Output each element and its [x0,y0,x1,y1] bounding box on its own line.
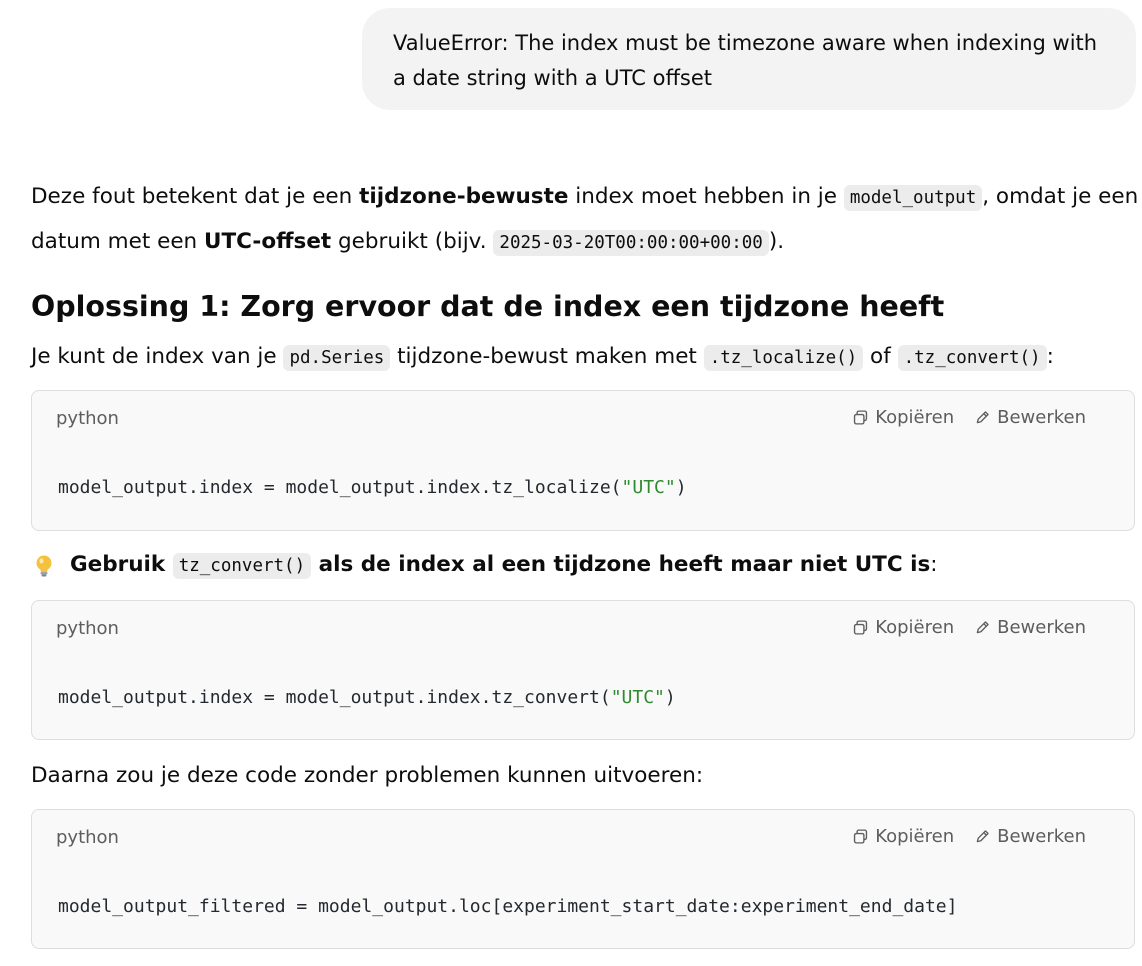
code-language-label: python [56,827,119,848]
copy-button[interactable]: Kopiëren [852,617,954,638]
bold-text: als de index al een tijdzone heeft maar … [311,552,931,577]
text-span: Je kunt de index van je [31,344,284,369]
pencil-icon [976,830,989,843]
inline-code: 2025-03-20T00:00:00+00:00 [493,230,769,256]
pencil-icon [976,621,989,634]
text-span: tijdzone-bewust maken met [390,344,704,369]
code-string: "UTC" [621,477,676,498]
code-text: model_output.index = model_output.index.… [58,687,611,708]
code-text: model_output_filtered = model_output.loc… [58,896,958,917]
inline-code: .tz_localize() [703,345,864,371]
text-span: : [930,552,938,577]
code-text: ) [664,687,676,708]
text-span: ). [768,229,785,254]
lightbulb-icon [36,555,52,576]
text-span: Deze fout betekent dat je een [31,184,360,209]
tip-text: Gebruik tz_convert() als de index al een… [70,543,938,588]
user-message-bubble: ValueError: The index must be timezone a… [362,8,1136,110]
code-content: model_output.index = model_output.index.… [58,687,676,708]
code-content: model_output.index = model_output.index.… [58,477,687,498]
code-block: python Kopiëren Bewerken model_output.in… [31,390,1135,531]
copy-icon [854,829,868,844]
solution-heading: Oplossing 1: Zorg ervoor dat de index ee… [31,290,945,323]
edit-label: Bewerken [997,407,1086,428]
code-content: model_output_filtered = model_output.loc… [58,896,957,917]
bold-text: UTC-offset [204,229,332,254]
answer-paragraph-3: Daarna zou je deze code zonder problemen… [31,763,704,788]
copy-label: Kopiëren [875,407,955,428]
chat-page: ValueError: The index must be timezone a… [0,0,1142,966]
text-span: of [863,344,898,369]
text-span: : [1046,344,1054,369]
edit-button[interactable]: Bewerken [974,826,1086,847]
edit-button[interactable]: Bewerken [974,617,1086,638]
text-span: index moet hebben in je [568,184,844,209]
inline-code: pd.Series [283,345,391,371]
code-text: ) [675,477,687,498]
code-language-label: python [56,618,119,639]
code-block: python Kopiëren Bewerken model_output_fi… [31,809,1135,949]
answer-paragraph-1: Deze fout betekent dat je een tijdzone-b… [31,175,1139,265]
code-language-label: python [56,408,119,429]
inline-code: tz_convert() [172,553,312,579]
inline-code: .tz_convert() [897,345,1047,371]
code-block: python Kopiëren Bewerken model_output.in… [31,600,1135,740]
copy-icon [854,620,868,635]
user-message-text: ValueError: The index must be timezone a… [393,31,1098,90]
text-span: gebruikt (bijv. [331,229,494,254]
code-actions: Kopiëren Bewerken [852,407,1086,428]
pencil-icon [976,411,989,424]
bold-text: tijdzone-bewuste [359,184,569,209]
copy-label: Kopiëren [875,826,955,847]
code-string: "UTC" [610,687,665,708]
answer-paragraph-2: Je kunt de index van je pd.Series tijdzo… [31,335,1139,380]
edit-label: Bewerken [997,826,1086,847]
tip-line: Gebruik tz_convert() als de index al een… [31,543,1139,588]
code-actions: Kopiëren Bewerken [852,617,1086,638]
copy-icon [854,410,868,425]
edit-button[interactable]: Bewerken [974,407,1086,428]
code-text: model_output.index = model_output.index.… [58,477,622,498]
copy-label: Kopiëren [875,617,955,638]
copy-button[interactable]: Kopiëren [852,826,954,847]
bold-text: Gebruik [70,552,173,577]
edit-label: Bewerken [997,617,1086,638]
inline-code: model_output [843,185,983,211]
assistant-answer: Deze fout betekent dat je een tijdzone-b… [31,175,1139,949]
copy-button[interactable]: Kopiëren [852,407,954,428]
code-actions: Kopiëren Bewerken [852,826,1086,847]
